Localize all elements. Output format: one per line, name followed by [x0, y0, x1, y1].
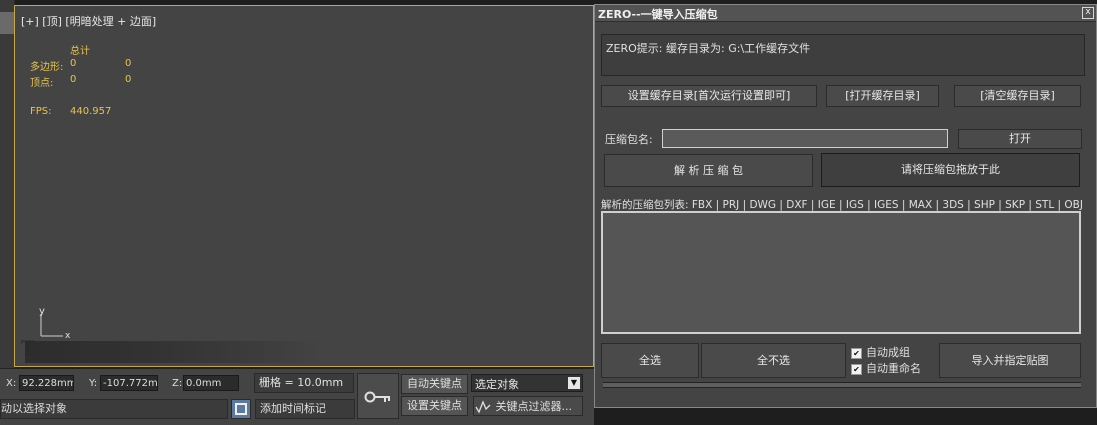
- y-coord-field[interactable]: -107.772m: [100, 375, 158, 391]
- selection-set-dropdown[interactable]: 选定对象 ▼: [471, 374, 583, 392]
- set-cache-dir-button[interactable]: 设置缓存目录[首次运行设置即可]: [601, 85, 817, 107]
- tip-panel: ZERO提示: 缓存目录为: G:\工作缓存文件: [601, 34, 1085, 76]
- drop-zone[interactable]: 请将压缩包拖放于此: [821, 153, 1080, 187]
- progress-bar: [603, 382, 1081, 388]
- z-coord-field[interactable]: 0.0mm: [183, 375, 239, 391]
- selection-set-value: 选定对象: [475, 378, 519, 391]
- key-filters-label: 关键点过滤器...: [495, 400, 573, 413]
- key-mode-button[interactable]: [357, 373, 399, 419]
- grid-size-readout: 栅格 = 10.0mm: [254, 373, 354, 393]
- add-time-tag-button[interactable]: 添加时间标记: [255, 399, 355, 419]
- status-bar: X: 92.228mm Y: -107.772m Z: 0.0mm 栅格 = 1…: [0, 368, 594, 425]
- key-icon: [364, 391, 390, 403]
- y-coord-label: Y:: [89, 378, 98, 389]
- clear-cache-dir-button[interactable]: [清空缓存目录]: [954, 85, 1081, 107]
- command-panel-strip: [0, 0, 15, 368]
- axis-y-label: y: [39, 306, 45, 317]
- dialog-titlebar[interactable]: ZERO--一键导入压缩包 x: [595, 5, 1096, 22]
- axis-tripod-icon: y x: [39, 306, 71, 341]
- selection-lock-toggle[interactable]: [231, 399, 251, 419]
- package-name-field[interactable]: [662, 129, 948, 148]
- parsed-package-list[interactable]: [601, 211, 1081, 334]
- stats-vertices-total: 0: [125, 74, 132, 85]
- checkmark-icon: ✔: [851, 363, 862, 375]
- scroll-handle[interactable]: [0, 12, 14, 34]
- stats-fps-label: FPS:: [30, 106, 52, 117]
- import-assign-maps-button[interactable]: 导入并指定贴图: [939, 343, 1081, 378]
- prompt-line: 动以选择对象: [0, 399, 228, 419]
- axis-glyph: T: [21, 336, 35, 360]
- stats-fps-value: 440.957: [70, 106, 112, 117]
- dialog-title: ZERO--一键导入压缩包: [598, 8, 718, 21]
- parsed-list-label: 解析的压缩包列表: FBX | PRJ | DWG | DXF | IGE | …: [601, 199, 1083, 211]
- stats-vertices-label: 顶点:: [30, 78, 54, 89]
- axis-x-label: x: [65, 331, 71, 341]
- key-filters-button[interactable]: 关键点过滤器...: [473, 396, 583, 416]
- close-button[interactable]: x: [1082, 7, 1094, 19]
- stats-polygons-label: 多边形:: [30, 62, 64, 73]
- import-zip-dialog: ZERO--一键导入压缩包 x ZERO提示: 缓存目录为: G:\工作缓存文件…: [594, 4, 1097, 408]
- open-package-button[interactable]: 打开: [958, 129, 1082, 149]
- lock-square-icon: [235, 403, 247, 415]
- auto-key-button[interactable]: 自动关键点: [401, 374, 468, 394]
- chevron-down-icon[interactable]: ▼: [568, 377, 580, 389]
- curve-icon: [475, 400, 491, 414]
- stats-vertices-value: 0: [70, 74, 77, 85]
- stats-total-label: 总计: [70, 46, 90, 57]
- select-all-button[interactable]: 全选: [601, 343, 699, 378]
- package-name-label: 压缩包名:: [605, 133, 653, 146]
- auto-group-checkbox[interactable]: ✔ 自动成组: [851, 344, 910, 360]
- open-cache-dir-button[interactable]: [打开缓存目录]: [826, 85, 939, 107]
- stats-polygons-value: 0: [70, 58, 77, 69]
- viewport-label[interactable]: [+] [顶] [明暗处理 + 边面]: [21, 13, 156, 29]
- auto-rename-checkbox[interactable]: ✔ 自动重命名: [851, 360, 921, 376]
- viewport-top[interactable]: [+] [顶] [明暗处理 + 边面] 总计 多边形: 0 0 顶点: 0 0 …: [14, 5, 594, 367]
- checkmark-icon: ✔: [851, 347, 862, 359]
- select-none-button[interactable]: 全不选: [701, 343, 846, 378]
- x-coord-label: X:: [6, 378, 17, 389]
- set-key-button[interactable]: 设置关键点: [401, 396, 468, 416]
- auto-group-label: 自动成组: [866, 346, 910, 359]
- x-coord-field[interactable]: 92.228mm: [19, 375, 74, 391]
- auto-rename-label: 自动重命名: [866, 362, 921, 375]
- stats-polygons-total: 0: [125, 58, 132, 69]
- parse-package-button[interactable]: 解 析 压 缩 包: [604, 154, 813, 187]
- z-coord-label: Z:: [172, 378, 183, 389]
- cache-dir-tip: ZERO提示: 缓存目录为: G:\工作缓存文件: [606, 42, 811, 55]
